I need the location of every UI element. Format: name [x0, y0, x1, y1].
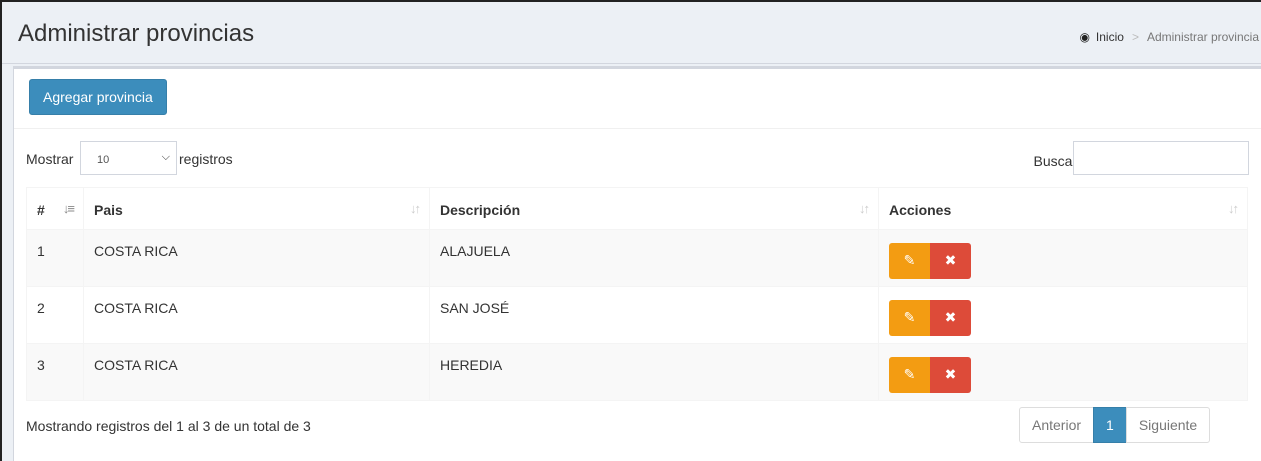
column-header-acciones[interactable]: Acciones ↓↑ — [878, 187, 1248, 230]
close-icon: ✖ — [944, 253, 957, 269]
row-pais: COSTA RICA — [83, 229, 430, 287]
length-suffix-label: registros — [179, 151, 233, 167]
row-actions: ✎ ✖ — [878, 343, 1248, 401]
length-prefix-label: Mostrar — [26, 151, 74, 167]
table-row: 1 COSTA RICA ALAJUELA ✎ ✖ — [26, 229, 1248, 287]
pagination-page-button[interactable]: 1 — [1093, 407, 1127, 443]
table-header-row: # ↓≡ Pais ↓↑ Descripción ↓↑ Acciones ↓↑ — [26, 187, 1248, 230]
provinces-table: # ↓≡ Pais ↓↑ Descripción ↓↑ Acciones ↓↑ — [26, 187, 1248, 401]
sort-asc-icon: ↓≡ — [62, 201, 75, 216]
page-length-select[interactable]: 10 ⌵ — [80, 141, 177, 175]
sort-icon: ↓↑ — [1228, 201, 1239, 216]
row-pais: COSTA RICA — [83, 286, 430, 344]
page-title: Administrar provincias — [18, 20, 255, 47]
column-header-descripcion[interactable]: Descripción ↓↑ — [429, 187, 879, 230]
pencil-icon: ✎ — [903, 367, 916, 383]
page-length-value: 10 — [97, 154, 110, 166]
action-button-group: ✎ ✖ — [889, 357, 1237, 393]
row-actions: ✎ ✖ — [878, 229, 1248, 287]
action-button-group: ✎ ✖ — [889, 300, 1237, 336]
column-header-label: Pais — [94, 202, 123, 218]
content-header: Administrar provincias ◉ Inicio > Admini… — [2, 2, 1261, 64]
column-header-label: Acciones — [889, 202, 952, 218]
row-actions: ✎ ✖ — [878, 286, 1248, 344]
pagination-prev-button[interactable]: Anterior — [1019, 407, 1095, 443]
breadcrumb-separator: > — [1131, 30, 1139, 44]
breadcrumb: ◉ Inicio > Administrar provincia — [1079, 30, 1259, 44]
main-box: Agregar provincia Mostrar 10 ⌵ registros… — [13, 66, 1261, 461]
column-header-label: Descripción — [440, 202, 521, 218]
pencil-icon: ✎ — [903, 253, 916, 269]
sort-icon: ↓↑ — [410, 201, 421, 216]
table-info: Mostrando registros del 1 al 3 de un tot… — [26, 418, 311, 434]
row-descripcion: ALAJUELA — [429, 229, 879, 287]
sort-icon: ↓↑ — [859, 201, 870, 216]
delete-button[interactable]: ✖ — [930, 300, 971, 336]
table-row: 2 COSTA RICA SAN JOSÉ ✎ ✖ — [26, 286, 1248, 344]
edit-button[interactable]: ✎ — [889, 357, 930, 393]
row-number: 2 — [26, 286, 84, 344]
row-descripcion: HEREDIA — [429, 343, 879, 401]
delete-button[interactable]: ✖ — [930, 243, 971, 279]
column-header-label: # — [37, 202, 45, 218]
chevron-down-icon: ⌵ — [161, 151, 170, 163]
pagination: Anterior 1 Siguiente — [1019, 407, 1211, 443]
column-header-pais[interactable]: Pais ↓↑ — [83, 187, 430, 230]
close-icon: ✖ — [944, 367, 957, 383]
row-pais: COSTA RICA — [83, 343, 430, 401]
action-button-group: ✎ ✖ — [889, 243, 1237, 279]
close-icon: ✖ — [944, 310, 957, 326]
add-province-button[interactable]: Agregar provincia — [29, 79, 167, 115]
dashboard-icon: ◉ — [1079, 30, 1090, 44]
delete-button[interactable]: ✖ — [930, 357, 971, 393]
edit-button[interactable]: ✎ — [889, 243, 930, 279]
pencil-icon: ✎ — [903, 310, 916, 326]
table-row: 3 COSTA RICA HEREDIA ✎ ✖ — [26, 343, 1248, 401]
box-header: Agregar provincia — [14, 69, 1261, 129]
edit-button[interactable]: ✎ — [889, 300, 930, 336]
row-descripcion: SAN JOSÉ — [429, 286, 879, 344]
search-input[interactable] — [1073, 141, 1249, 175]
row-number: 1 — [26, 229, 84, 287]
row-number: 3 — [26, 343, 84, 401]
column-header-num[interactable]: # ↓≡ — [26, 187, 84, 230]
breadcrumb-current: Administrar provincia — [1146, 30, 1259, 44]
pagination-next-button[interactable]: Siguiente — [1125, 407, 1211, 443]
breadcrumb-home-link[interactable]: Inicio — [1096, 30, 1124, 44]
table-controls: Mostrar 10 ⌵ registros Buscar: — [14, 141, 1261, 179]
